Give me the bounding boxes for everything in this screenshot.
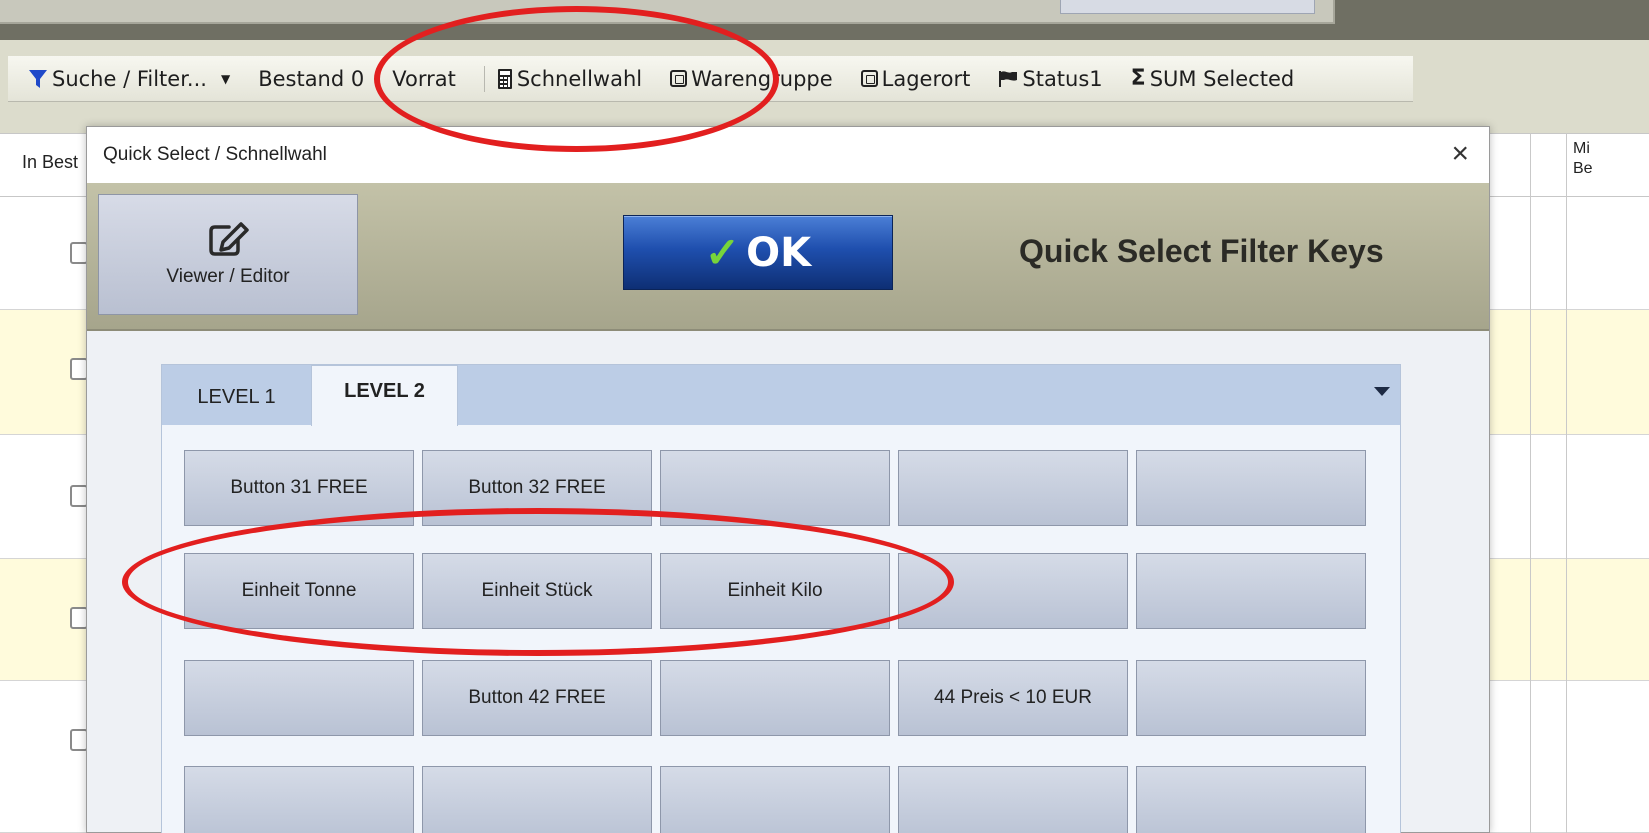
tab-level-1[interactable]: LEVEL 1 — [162, 369, 311, 425]
dialog-title: Quick Select / Schnellwahl — [103, 144, 327, 165]
column-header-in-best[interactable]: In Best — [22, 152, 78, 173]
quick-key[interactable] — [1136, 553, 1366, 629]
quick-key[interactable] — [1136, 450, 1366, 526]
quick-select-dialog: Quick Select / Schnellwahl × Viewer / Ed… — [86, 126, 1490, 833]
grid-divider — [1530, 133, 1531, 833]
grid-divider — [1566, 133, 1567, 833]
status-button[interactable]: Status1 — [998, 66, 1103, 91]
location-icon — [860, 70, 878, 87]
main-toolbar: Suche / Filter... ▼ Bestand 0 Vorrat Sch… — [8, 56, 1413, 102]
check-icon: ✓ — [704, 229, 741, 276]
sigma-icon: Σ — [1130, 66, 1146, 91]
lagerort-label: Lagerort — [881, 66, 971, 91]
filter-icon — [29, 69, 47, 88]
quick-key[interactable] — [1136, 660, 1366, 736]
search-filter-button[interactable]: Suche / Filter... ▼ — [28, 67, 230, 91]
quick-key[interactable]: 44 Preis < 10 EUR — [898, 660, 1128, 736]
vorrat-button[interactable]: Vorrat — [392, 67, 456, 91]
close-icon[interactable]: × — [1451, 137, 1469, 171]
schnellwahl-button[interactable]: Schnellwahl — [497, 67, 642, 91]
search-filter-label: Suche / Filter... — [52, 66, 207, 91]
flag-icon — [999, 70, 1018, 87]
quick-key[interactable] — [422, 766, 652, 833]
quick-key[interactable]: Einheit Stück — [422, 553, 652, 629]
toolbar-separator — [483, 65, 485, 92]
viewer-editor-label: Viewer / Editor — [166, 265, 290, 287]
warengruppe-button[interactable]: Warengruppe — [670, 67, 833, 91]
parent-window-button[interactable] — [1060, 0, 1315, 14]
level-tabs: LEVEL 1 LEVEL 2 Button 31 FREE Button 32… — [161, 364, 1401, 833]
quick-key[interactable] — [898, 450, 1128, 526]
calculator-icon — [497, 68, 512, 89]
bestand-label: Bestand 0 — [258, 66, 365, 91]
quick-key[interactable]: Button 31 FREE — [184, 450, 414, 526]
quick-key[interactable] — [898, 766, 1128, 833]
dialog-titlebar: Quick Select / Schnellwahl × — [87, 127, 1489, 183]
tab-bar: LEVEL 1 LEVEL 2 — [162, 365, 1400, 426]
chevron-down-icon: ▼ — [220, 71, 231, 86]
bestand-button[interactable]: Bestand 0 — [258, 67, 364, 91]
group-icon — [670, 70, 688, 87]
viewer-editor-button[interactable]: Viewer / Editor — [98, 194, 358, 315]
quick-key[interactable]: Button 32 FREE — [422, 450, 652, 526]
lagerort-button[interactable]: Lagerort — [860, 66, 971, 91]
quick-key[interactable] — [660, 450, 890, 526]
quick-key[interactable] — [184, 766, 414, 833]
schnellwahl-label: Schnellwahl — [516, 66, 643, 91]
sum-selected-button[interactable]: Σ SUM Selected — [1131, 66, 1295, 91]
edit-icon — [209, 221, 249, 256]
sum-selected-label: SUM Selected — [1149, 66, 1295, 91]
quick-key[interactable] — [184, 660, 414, 736]
quick-key[interactable]: Einheit Kilo — [660, 553, 890, 629]
warengruppe-label: Warengruppe — [691, 66, 833, 91]
header-title: Quick Select Filter Keys — [1019, 233, 1384, 269]
dialog-header: Viewer / Editor ✓ OK Quick Select Filter… — [87, 183, 1489, 331]
vorrat-label: Vorrat — [392, 66, 456, 91]
ok-label: OK — [746, 229, 812, 276]
tab-dropdown-icon[interactable] — [1374, 387, 1390, 396]
status-label: Status1 — [1022, 66, 1103, 91]
quick-key[interactable] — [898, 553, 1128, 629]
ok-button[interactable]: ✓ OK — [623, 215, 893, 290]
quick-key[interactable]: Einheit Tonne — [184, 553, 414, 629]
tab-level-2[interactable]: LEVEL 2 — [311, 365, 458, 426]
quick-key[interactable]: Button 42 FREE — [422, 660, 652, 736]
column-header-right-sub[interactable]: Be — [1573, 160, 1593, 178]
quick-key[interactable] — [660, 660, 890, 736]
quick-key[interactable] — [1136, 766, 1366, 833]
parent-window-edge — [0, 0, 1335, 24]
quick-key[interactable] — [660, 766, 890, 833]
column-header-right[interactable]: Mi — [1573, 140, 1590, 158]
